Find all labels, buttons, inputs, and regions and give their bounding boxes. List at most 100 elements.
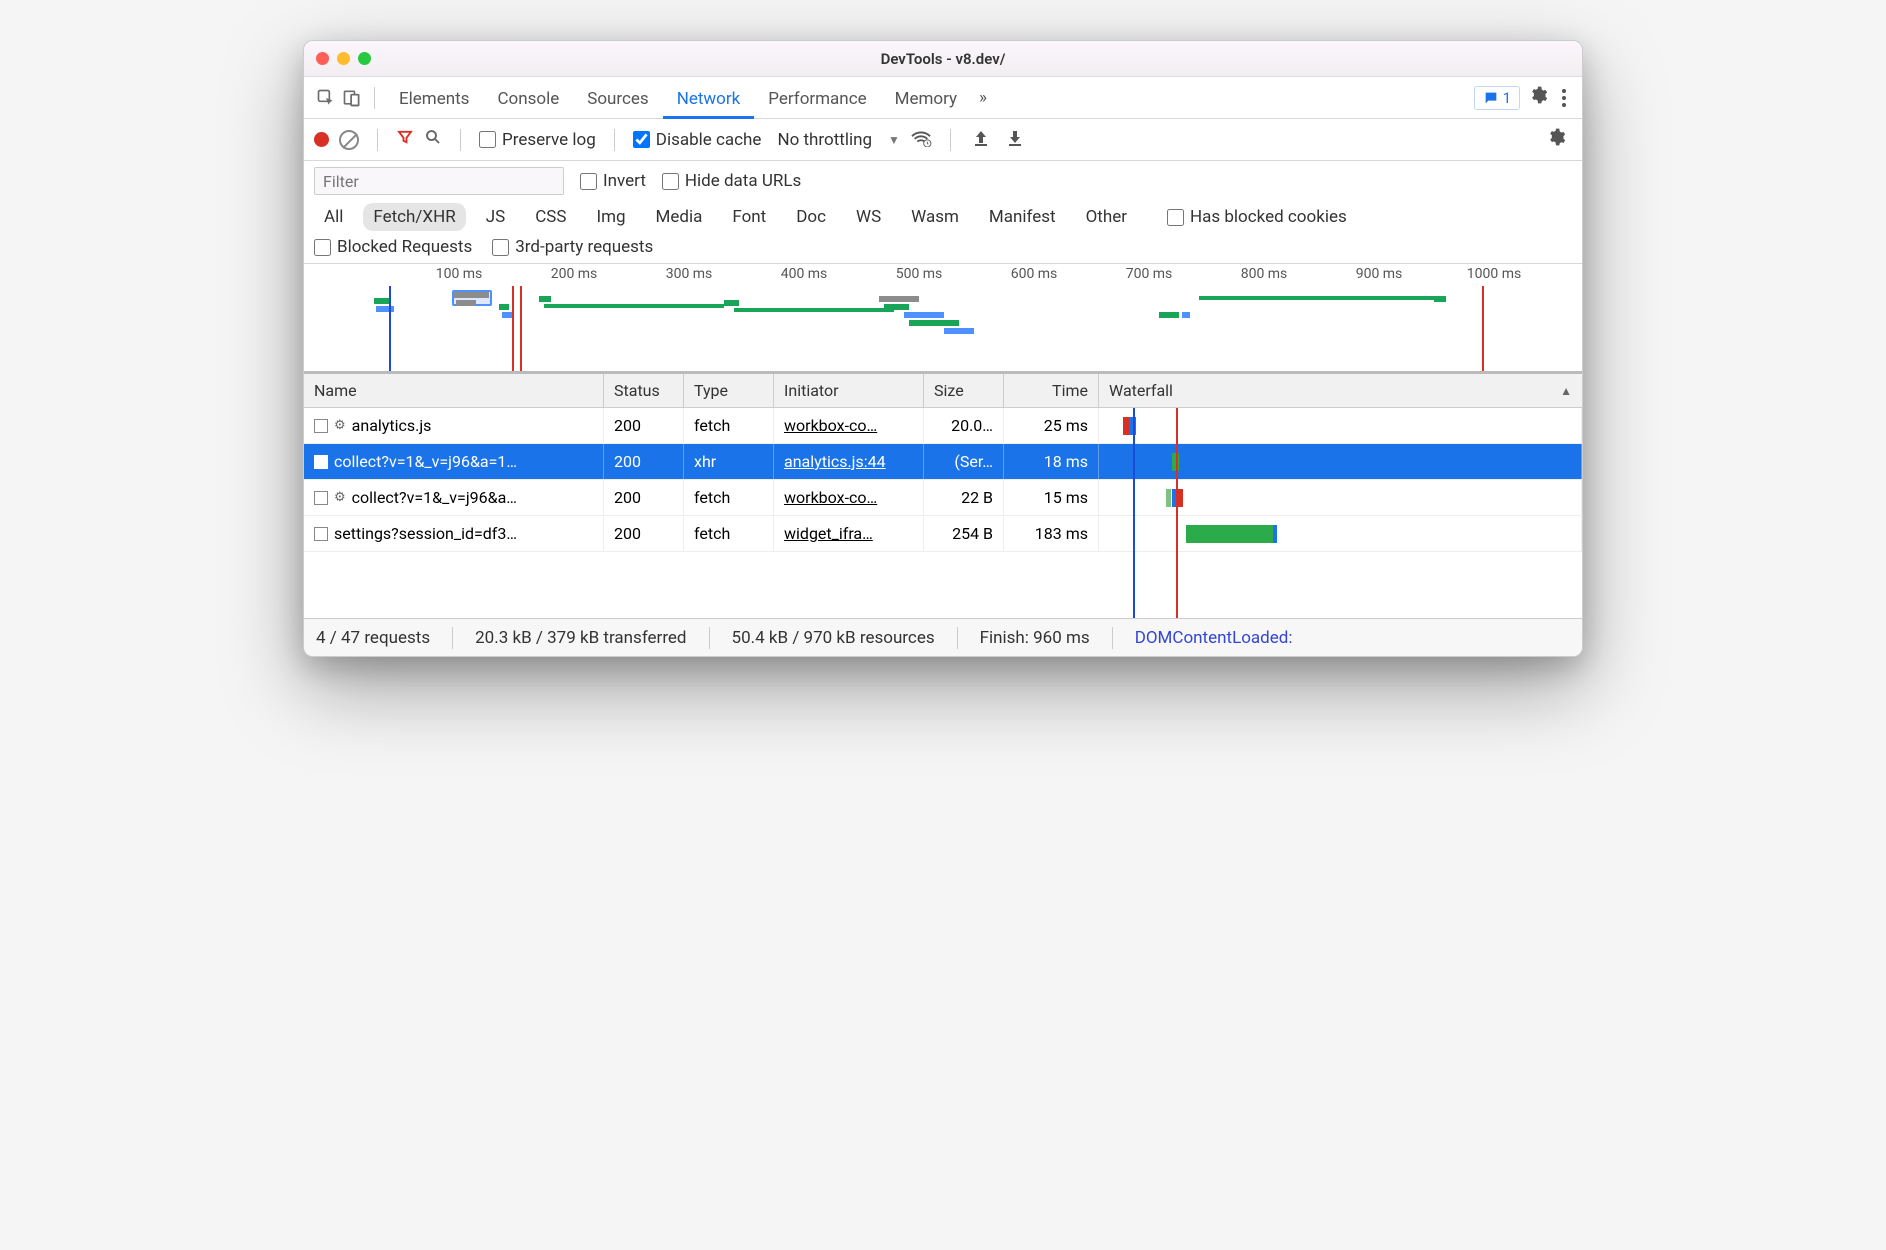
issues-count: 1 <box>1503 89 1511 107</box>
gear-icon: ⚙ <box>334 490 346 505</box>
overview-timeline[interactable]: 100 ms200 ms300 ms400 ms500 ms600 ms700 … <box>304 264 1582 374</box>
table-row[interactable]: settings?session_id=df3…200fetchwidget_i… <box>304 516 1582 552</box>
chip-media[interactable]: Media <box>646 203 713 231</box>
chip-img[interactable]: Img <box>586 203 635 231</box>
chip-js[interactable]: JS <box>476 203 515 231</box>
overview-ticks: 100 ms200 ms300 ms400 ms500 ms600 ms700 … <box>304 264 1582 286</box>
chip-css[interactable]: CSS <box>525 203 576 231</box>
record-button[interactable] <box>314 132 329 147</box>
table-row[interactable]: collect?v=1&_v=j96&a=1…200xhranalytics.j… <box>304 444 1582 480</box>
network-conditions-icon[interactable] <box>910 129 932 151</box>
overview-body <box>304 286 1582 371</box>
main-tabs: ElementsConsoleSourcesNetworkPerformance… <box>304 77 1582 119</box>
chip-manifest[interactable]: Manifest <box>979 203 1066 231</box>
overview-tick: 900 ms <box>1356 266 1403 282</box>
network-settings-icon[interactable] <box>1540 127 1572 152</box>
devtools-window: DevTools - v8.dev/ ElementsConsoleSource… <box>303 40 1583 657</box>
cell-waterfall <box>1099 444 1582 479</box>
overview-tick: 200 ms <box>551 266 598 282</box>
tab-elements[interactable]: Elements <box>385 81 483 115</box>
device-toggle-icon[interactable] <box>340 86 364 110</box>
separator <box>614 129 615 151</box>
column-waterfall[interactable]: Waterfall▲ <box>1099 374 1582 407</box>
tabs-overflow[interactable]: » <box>973 80 993 116</box>
request-name: collect?v=1&_v=j96&a… <box>352 488 517 507</box>
request-name: collect?v=1&_v=j96&a=1… <box>334 452 517 471</box>
cell-size: (Ser… <box>924 444 1004 479</box>
cell-initiator[interactable]: widget_ifra… <box>774 516 924 551</box>
cell-type: fetch <box>684 480 774 515</box>
cell-type: xhr <box>684 444 774 479</box>
filter-input[interactable] <box>314 167 564 195</box>
disable-cache-input[interactable] <box>633 131 650 148</box>
preserve-log-checkbox[interactable]: Preserve log <box>479 130 596 150</box>
column-name[interactable]: Name <box>304 374 604 407</box>
sort-asc-icon: ▲ <box>1560 384 1572 398</box>
overview-tick: 600 ms <box>1011 266 1058 282</box>
table-row[interactable]: ⚙ collect?v=1&_v=j96&a… 200fetchworkbox-co… <box>304 480 1582 516</box>
overview-tick: 700 ms <box>1126 266 1173 282</box>
chip-ws[interactable]: WS <box>846 203 891 231</box>
column-time[interactable]: Time <box>1004 374 1099 407</box>
tab-network[interactable]: Network <box>663 81 755 119</box>
cell-status: 200 <box>604 408 684 443</box>
cell-initiator[interactable]: workbox-co… <box>774 480 924 515</box>
column-status[interactable]: Status <box>604 374 684 407</box>
row-checkbox[interactable] <box>314 491 328 505</box>
search-icon[interactable] <box>424 128 442 151</box>
blocked-requests-checkbox[interactable]: Blocked Requests <box>314 237 472 257</box>
settings-icon[interactable] <box>1522 85 1554 110</box>
cell-waterfall <box>1099 408 1582 443</box>
chip-other[interactable]: Other <box>1076 203 1137 231</box>
chat-icon <box>1483 90 1499 106</box>
disable-cache-checkbox[interactable]: Disable cache <box>633 130 762 150</box>
column-initiator[interactable]: Initiator <box>774 374 924 407</box>
throttling-select[interactable]: No throttling <box>771 130 878 150</box>
minimize-icon[interactable] <box>337 52 350 65</box>
load-line <box>512 286 514 371</box>
row-checkbox[interactable] <box>314 419 328 433</box>
download-har-icon[interactable] <box>1003 129 1027 151</box>
zoom-icon[interactable] <box>358 52 371 65</box>
tab-sources[interactable]: Sources <box>573 81 662 115</box>
cell-type: fetch <box>684 516 774 551</box>
chip-fetchxhr[interactable]: Fetch/XHR <box>363 203 465 231</box>
chip-all[interactable]: All <box>314 203 353 231</box>
chip-doc[interactable]: Doc <box>786 203 836 231</box>
cell-status: 200 <box>604 480 684 515</box>
close-icon[interactable] <box>316 52 329 65</box>
filter-icon[interactable] <box>396 128 414 151</box>
third-party-checkbox[interactable]: 3rd-party requests <box>492 237 653 257</box>
status-resources: 50.4 kB / 970 kB resources <box>732 628 935 648</box>
cell-initiator[interactable]: analytics.js:44 <box>774 444 924 479</box>
cell-time: 15 ms <box>1004 480 1099 515</box>
preserve-log-input[interactable] <box>479 131 496 148</box>
table-row[interactable]: ⚙analytics.js200fetchworkbox-co…20.0…25 … <box>304 408 1582 444</box>
filter-bar: Invert Hide data URLs All Fetch/XHR JS CSS I… <box>304 161 1582 264</box>
cell-waterfall <box>1099 516 1582 551</box>
column-type[interactable]: Type <box>684 374 774 407</box>
tab-memory[interactable]: Memory <box>881 81 971 115</box>
upload-har-icon[interactable] <box>969 129 993 151</box>
clear-button[interactable] <box>339 130 359 150</box>
invert-checkbox[interactable]: Invert <box>580 171 646 191</box>
column-size[interactable]: Size <box>924 374 1004 407</box>
row-checkbox[interactable] <box>314 455 328 469</box>
chip-wasm[interactable]: Wasm <box>901 203 969 231</box>
tab-console[interactable]: Console <box>483 81 573 115</box>
cell-initiator[interactable]: workbox-co… <box>774 408 924 443</box>
cell-time: 183 ms <box>1004 516 1099 551</box>
chip-font[interactable]: Font <box>722 203 776 231</box>
issues-button[interactable]: 1 <box>1474 86 1520 110</box>
has-blocked-cookies-checkbox[interactable]: Has blocked cookies <box>1167 207 1347 227</box>
inspect-icon[interactable] <box>314 86 338 110</box>
row-checkbox[interactable] <box>314 527 328 541</box>
caret-down-icon[interactable]: ▼ <box>888 133 900 147</box>
hide-data-urls-checkbox[interactable]: Hide data URLs <box>662 171 801 191</box>
overview-tick: 100 ms <box>436 266 483 282</box>
more-icon[interactable] <box>1556 85 1572 111</box>
separator <box>374 87 375 109</box>
tab-performance[interactable]: Performance <box>754 81 880 115</box>
domcontentloaded-line <box>389 286 391 371</box>
cell-type: fetch <box>684 408 774 443</box>
